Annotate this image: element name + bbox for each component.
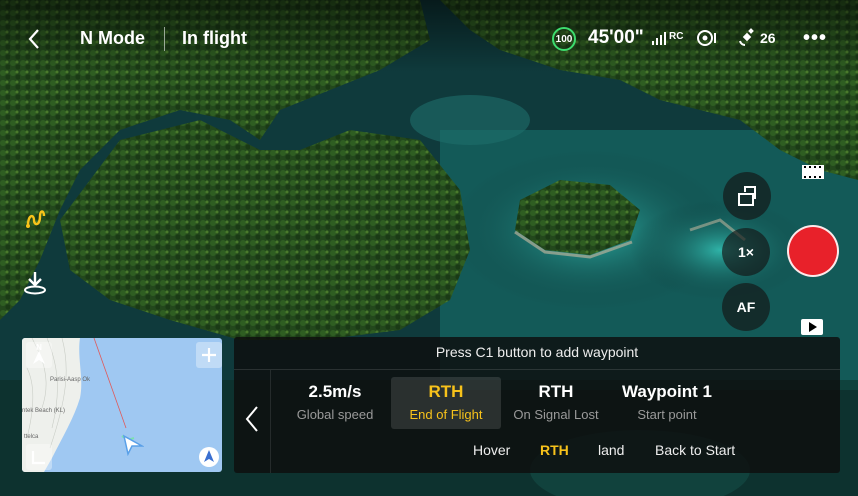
setting-value: Waypoint 1 <box>621 382 713 401</box>
option-hover[interactable]: Hover <box>473 442 510 458</box>
rotate-frame-icon <box>738 186 756 206</box>
battery-indicator[interactable]: 100 <box>552 27 576 51</box>
satellite-count: 26 <box>760 30 776 46</box>
gimbal-orientation-button[interactable] <box>723 172 771 220</box>
map-resize-button[interactable] <box>26 444 52 470</box>
satellite-icon[interactable] <box>736 26 758 48</box>
panel-divider <box>234 369 840 370</box>
takeoff-landing-icon[interactable] <box>22 268 48 296</box>
panel-divider <box>270 370 271 473</box>
map-north-button[interactable]: N <box>26 342 52 368</box>
setting-label: On Signal Lost <box>513 407 599 422</box>
rc-signal-icon[interactable] <box>652 31 666 45</box>
obstacle-sensing-icon[interactable] <box>696 28 718 48</box>
plus-icon <box>202 348 216 362</box>
focus-button[interactable]: AF <box>722 283 770 331</box>
setting-global-speed[interactable]: 2.5m/s Global speed <box>290 377 380 429</box>
map-recenter-button[interactable] <box>196 444 222 470</box>
rc-label: RC <box>669 31 684 42</box>
aircraft-position-icon <box>122 434 144 456</box>
option-back-to-start[interactable]: Back to Start <box>655 442 735 458</box>
focus-label: AF <box>736 299 756 315</box>
more-icon: ••• <box>802 26 827 49</box>
add-waypoint-hint: Press C1 button to add waypoint <box>435 344 639 360</box>
play-icon <box>801 319 823 335</box>
more-options-button[interactable]: ••• <box>800 24 830 52</box>
waypoint-settings-panel: Press C1 button to add waypoint 2.5m/s G… <box>234 337 840 473</box>
setting-label: Start point <box>637 407 697 422</box>
map-expand-button[interactable] <box>196 342 222 368</box>
poi-label: ttelca <box>24 434 39 440</box>
setting-on-signal-lost[interactable]: RTH On Signal Lost <box>506 377 606 429</box>
poi-label: Parisi-Aasp Ok <box>50 377 91 383</box>
record-button[interactable] <box>787 225 839 277</box>
north-label: N <box>36 343 42 352</box>
compass-icon <box>199 447 219 467</box>
setting-end-of-flight[interactable]: RTH End of Flight <box>391 377 501 429</box>
setting-value: 2.5m/s <box>308 382 362 401</box>
battery-level: 100 <box>555 33 573 45</box>
chevron-left-icon <box>28 29 39 49</box>
remaining-flight-time: 45'00" <box>588 27 644 48</box>
playback-button[interactable] <box>800 318 824 336</box>
flight-status-label: In flight <box>182 28 247 48</box>
chevron-left-icon <box>245 406 258 432</box>
setting-value: RTH <box>538 382 574 401</box>
setting-start-point[interactable]: Waypoint 1 Start point <box>612 377 722 429</box>
waypoint-route-icon[interactable] <box>24 205 48 231</box>
back-button[interactable] <box>22 26 46 52</box>
zoom-button[interactable]: 1× <box>722 228 770 276</box>
poi-label: ntek Beach (KL) <box>22 408 66 414</box>
option-land[interactable]: land <box>598 442 624 458</box>
setting-value: RTH <box>428 382 464 401</box>
zoom-label: 1× <box>738 244 754 260</box>
flight-mode-label[interactable]: N Mode <box>80 28 145 49</box>
setting-label: Global speed <box>296 407 374 422</box>
setting-label: End of Flight <box>409 407 483 422</box>
minimap[interactable]: Parisi-Aasp Ok ntek Beach (KL) ttelca N <box>22 338 222 472</box>
topbar-divider <box>164 27 165 51</box>
collapse-panel-button[interactable] <box>240 399 264 439</box>
corner-resize-icon <box>31 451 45 465</box>
video-mode-icon[interactable] <box>800 162 826 182</box>
option-rth[interactable]: RTH <box>540 442 569 458</box>
